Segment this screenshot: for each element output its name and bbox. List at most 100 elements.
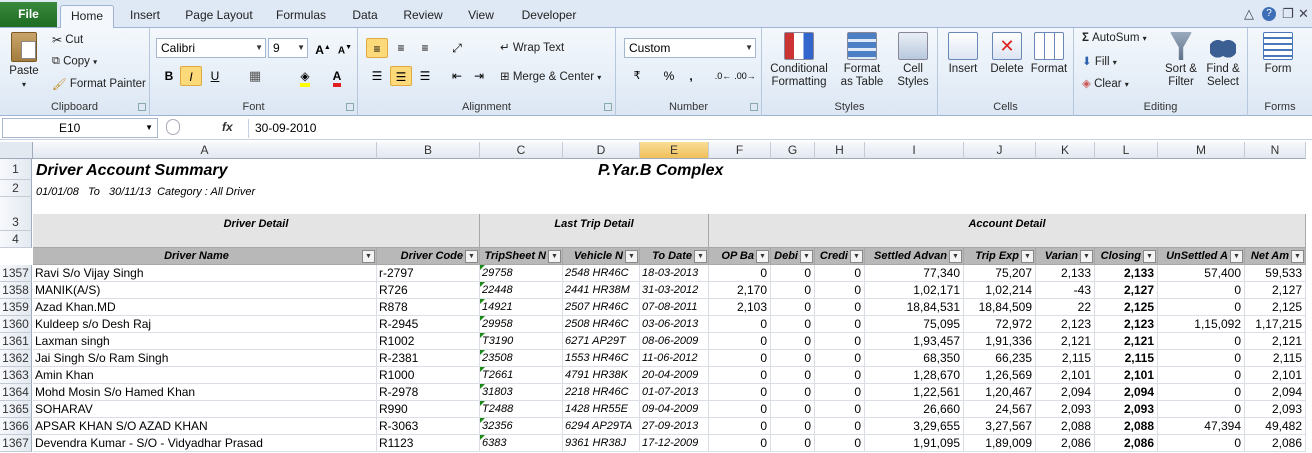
- table-cell[interactable]: 1,02,214: [964, 282, 1036, 299]
- table-cell[interactable]: 1,91,336: [964, 333, 1036, 350]
- table-cell[interactable]: 09-04-2009: [640, 401, 709, 418]
- filter-dropdown-icon[interactable]: ▼: [625, 250, 638, 263]
- table-cell[interactable]: 0: [709, 384, 771, 401]
- table-cell[interactable]: 2,127: [1245, 282, 1306, 299]
- align-right-icon[interactable]: ☰: [414, 66, 436, 86]
- table-cell[interactable]: 2,103: [709, 299, 771, 316]
- table-cell[interactable]: R-2945: [377, 316, 480, 333]
- table-cell[interactable]: 1428 HR55E: [563, 401, 640, 418]
- table-cell[interactable]: 4791 HR38K: [563, 367, 640, 384]
- table-cell[interactable]: 08-06-2009: [640, 333, 709, 350]
- table-cell[interactable]: 0: [1158, 384, 1245, 401]
- table-cell[interactable]: 2,086: [1245, 435, 1306, 452]
- font-color-icon[interactable]: A: [326, 66, 348, 87]
- table-cell[interactable]: 22: [1036, 299, 1095, 316]
- table-cell[interactable]: 1,91,095: [865, 435, 964, 452]
- table-cell[interactable]: 2,101: [1095, 367, 1158, 384]
- cut-button[interactable]: ✂ Cut: [52, 33, 83, 47]
- filter-dropdown-icon[interactable]: ▼: [1291, 250, 1304, 263]
- table-cell[interactable]: 0: [815, 333, 865, 350]
- table-cell[interactable]: 0: [1158, 282, 1245, 299]
- font-launcher-icon[interactable]: [346, 103, 354, 111]
- table-cell[interactable]: 59,533: [1245, 265, 1306, 282]
- table-cell[interactable]: 0: [1158, 350, 1245, 367]
- table-cell[interactable]: 0: [709, 333, 771, 350]
- table-cell[interactable]: 2,088: [1036, 418, 1095, 435]
- table-cell[interactable]: T2488: [480, 401, 563, 418]
- table-cell[interactable]: Laxman singh: [33, 333, 377, 350]
- table-cell[interactable]: R1002: [377, 333, 480, 350]
- number-launcher-icon[interactable]: [750, 103, 758, 111]
- table-cell[interactable]: 14921: [480, 299, 563, 316]
- table-cell[interactable]: 01-07-2013: [640, 384, 709, 401]
- column-header-f[interactable]: F: [709, 142, 771, 159]
- table-cell[interactable]: R990: [377, 401, 480, 418]
- table-cell[interactable]: 2,101: [1245, 367, 1306, 384]
- table-cell[interactable]: 0: [1158, 333, 1245, 350]
- minimize-ribbon-icon[interactable]: △: [1244, 6, 1254, 22]
- table-cell[interactable]: 2,127: [1095, 282, 1158, 299]
- table-cell[interactable]: 29958: [480, 316, 563, 333]
- filter-dropdown-icon[interactable]: ▼: [362, 250, 375, 263]
- table-cell[interactable]: Azad Khan.MD: [33, 299, 377, 316]
- close-window-icon[interactable]: ✕: [1298, 6, 1309, 22]
- table-cell[interactable]: 66,235: [964, 350, 1036, 367]
- row-header[interactable]: 1367: [0, 435, 32, 452]
- table-cell[interactable]: 47,394: [1158, 418, 1245, 435]
- table-cell[interactable]: 2,121: [1036, 333, 1095, 350]
- table-cell[interactable]: 2,094: [1095, 384, 1158, 401]
- tab-file[interactable]: File: [0, 2, 57, 27]
- table-cell[interactable]: MANIK(A/S): [33, 282, 377, 299]
- table-cell[interactable]: 0: [1158, 367, 1245, 384]
- table-cell[interactable]: 0: [709, 401, 771, 418]
- formula-bar-expand-icon[interactable]: [166, 119, 180, 135]
- table-cell[interactable]: 0: [815, 316, 865, 333]
- table-cell[interactable]: 0: [815, 299, 865, 316]
- decrease-indent-icon[interactable]: ⇤: [446, 66, 468, 86]
- table-cell[interactable]: 1,93,457: [865, 333, 964, 350]
- clear-button[interactable]: ◈ Clear ▾: [1082, 76, 1129, 90]
- column-header-m[interactable]: M: [1158, 142, 1245, 159]
- table-cell[interactable]: 2548 HR46C: [563, 265, 640, 282]
- comma-style-icon[interactable]: ,: [680, 66, 702, 86]
- table-cell[interactable]: 0: [771, 384, 815, 401]
- table-cell[interactable]: 0: [709, 435, 771, 452]
- row-header[interactable]: 1357: [0, 265, 32, 282]
- merge-center-button[interactable]: ⊞ Merge & Center ▾: [500, 69, 601, 83]
- filter-dropdown-icon[interactable]: ▼: [1143, 250, 1156, 263]
- table-cell[interactable]: 0: [771, 333, 815, 350]
- name-box[interactable]: E10 ▼: [2, 118, 158, 138]
- tab-home[interactable]: Home: [60, 5, 114, 29]
- table-cell[interactable]: 2508 HR46C: [563, 316, 640, 333]
- table-cell[interactable]: Ravi S/o Vijay Singh: [33, 265, 377, 282]
- filter-dropdown-icon[interactable]: ▼: [850, 250, 863, 263]
- table-cell[interactable]: 26,660: [865, 401, 964, 418]
- row-header[interactable]: 3: [0, 197, 32, 231]
- table-cell[interactable]: 20-04-2009: [640, 367, 709, 384]
- table-cell[interactable]: 2,094: [1245, 384, 1306, 401]
- table-cell[interactable]: 72,972: [964, 316, 1036, 333]
- table-cell[interactable]: 2,133: [1036, 265, 1095, 282]
- table-cell[interactable]: 11-06-2012: [640, 350, 709, 367]
- table-cell[interactable]: 2,115: [1095, 350, 1158, 367]
- table-cell[interactable]: 1,28,670: [865, 367, 964, 384]
- row-header[interactable]: 4: [0, 231, 32, 248]
- table-cell[interactable]: 75,207: [964, 265, 1036, 282]
- align-center-icon[interactable]: ☰: [390, 66, 412, 86]
- help-icon[interactable]: ?: [1262, 7, 1276, 21]
- table-cell[interactable]: 18-03-2013: [640, 265, 709, 282]
- table-cell[interactable]: 6383: [480, 435, 563, 452]
- table-cell[interactable]: 17-12-2009: [640, 435, 709, 452]
- formula-input[interactable]: 30-09-2010: [248, 119, 1310, 138]
- table-cell[interactable]: 1,20,467: [964, 384, 1036, 401]
- table-cell[interactable]: 0: [771, 350, 815, 367]
- column-header-k[interactable]: K: [1036, 142, 1095, 159]
- table-cell[interactable]: Devendra Kumar - S/O - Vidyadhar Prasad: [33, 435, 377, 452]
- italic-button[interactable]: I: [180, 66, 202, 86]
- fill-color-icon[interactable]: ◈: [294, 66, 316, 87]
- shrink-font-icon[interactable]: A▼: [334, 38, 356, 58]
- table-cell[interactable]: 27-09-2013: [640, 418, 709, 435]
- column-header-c[interactable]: C: [480, 142, 563, 159]
- filter-dropdown-icon[interactable]: ▼: [949, 250, 962, 263]
- table-cell[interactable]: 1,22,561: [865, 384, 964, 401]
